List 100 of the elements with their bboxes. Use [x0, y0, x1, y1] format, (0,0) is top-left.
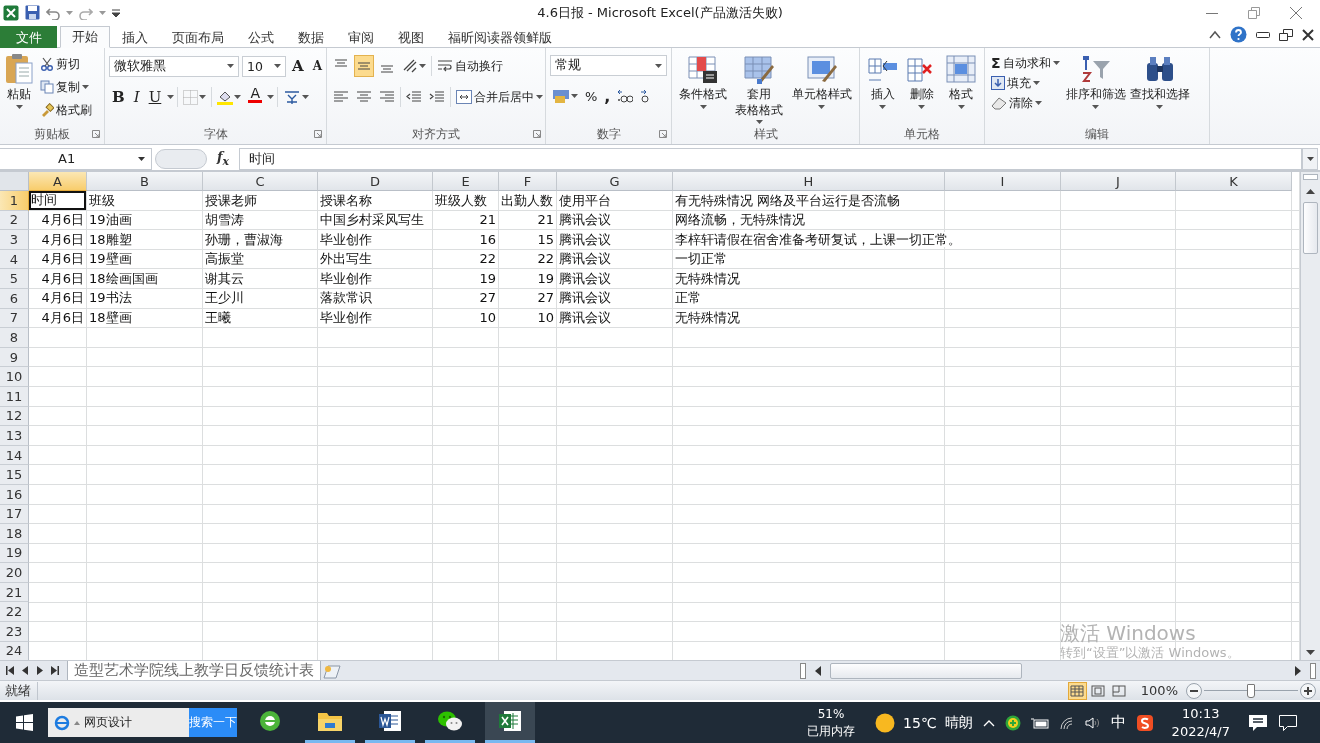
tool-button[interactable]: 剪切 [38, 53, 94, 75]
memory-indicator[interactable]: 51% 已用内存 [807, 706, 856, 739]
column-header[interactable]: A [29, 172, 87, 191]
row-number[interactable]: 13 [0, 426, 29, 446]
message-icon[interactable] [1248, 713, 1268, 732]
speaker-icon[interactable] [1084, 715, 1101, 730]
column-header[interactable]: B [87, 172, 203, 191]
ribbon-tab[interactable]: 视图 [386, 26, 436, 48]
font-color-button[interactable]: A [246, 86, 265, 108]
zoom-out-button[interactable] [1186, 682, 1202, 699]
column-header[interactable]: G [557, 172, 673, 191]
column-header[interactable]: E [433, 172, 499, 191]
scroll-thumb[interactable] [1303, 202, 1318, 254]
row-number[interactable]: 5 [0, 269, 29, 289]
column-header[interactable]: D [318, 172, 433, 191]
undo-icon[interactable] [46, 5, 60, 20]
ribbon-button[interactable]: 查找和选择 [1129, 53, 1190, 124]
column-header[interactable]: F [499, 172, 557, 191]
formula-field[interactable]: 时间 [239, 147, 1302, 170]
ribbon-button[interactable]: 排序和筛选 [1065, 53, 1126, 124]
taskbar-app[interactable] [485, 702, 535, 743]
ribbon-tab[interactable]: 插入 [110, 26, 160, 48]
ribbon-button[interactable]: 条件格式 [679, 53, 728, 124]
ribbon-button[interactable]: 单元格样式 [791, 53, 852, 124]
restore-icon[interactable] [1279, 28, 1293, 41]
input-method-indicator[interactable]: 中 [1110, 713, 1126, 732]
customize-icon[interactable] [112, 8, 120, 17]
name-box[interactable]: A1 [0, 147, 152, 170]
sheet-tab[interactable]: 造型艺术学院线上教学日反馈统计表 [67, 660, 321, 681]
row-number[interactable]: 10 [0, 367, 29, 387]
split-handle[interactable] [1303, 174, 1318, 180]
ribbon-button[interactable]: 格式 [945, 53, 978, 124]
clock[interactable]: 10:13 2022/4/7 [1171, 704, 1230, 741]
tool-button[interactable]: 复制 [38, 76, 94, 98]
shrink-font-button[interactable]: A [309, 55, 325, 77]
dialog-launcher-icon[interactable] [314, 130, 322, 138]
expand-button[interactable] [1302, 147, 1318, 170]
italic-button[interactable]: I [130, 86, 143, 108]
row-number[interactable]: 3 [0, 230, 29, 250]
row-number[interactable]: 15 [0, 465, 29, 485]
column-header[interactable]: K [1176, 172, 1292, 191]
slider-thumb[interactable] [1247, 683, 1255, 698]
next-sheet-icon[interactable] [36, 666, 44, 675]
percent-button[interactable]: % [583, 85, 600, 107]
notification-icon[interactable] [1278, 713, 1298, 732]
split-handle[interactable] [800, 662, 806, 679]
minimize-icon[interactable] [1256, 30, 1270, 39]
view-button[interactable] [1067, 681, 1087, 700]
zoom-slider[interactable] [1204, 683, 1298, 698]
tool-button[interactable]: 清除 [989, 93, 1062, 113]
help-icon[interactable] [1230, 26, 1247, 43]
ribbon-tab[interactable]: 审阅 [336, 26, 386, 48]
last-sheet-icon[interactable] [51, 666, 59, 675]
wifi-icon[interactable] [1058, 715, 1075, 730]
dialog-launcher-icon[interactable] [92, 130, 100, 138]
first-sheet-icon[interactable] [6, 666, 14, 675]
ribbon-tab[interactable]: 公式 [236, 26, 286, 48]
split-handle[interactable] [1310, 662, 1316, 679]
ribbon-button[interactable]: 插入 [866, 53, 899, 124]
paste-button[interactable]: 粘贴 [4, 53, 34, 124]
battery-icon[interactable] [1030, 716, 1049, 729]
row-number[interactable]: 1 [0, 191, 29, 211]
file-tab[interactable]: 文件 [0, 26, 57, 48]
grow-font-button[interactable]: A [289, 55, 307, 77]
ribbon-tab[interactable]: 福昕阅读器领鲜版 [436, 26, 564, 48]
merge-center-button[interactable]: 合并后居中 [454, 86, 545, 108]
column-header[interactable]: I [945, 172, 1061, 191]
ribbon-button[interactable]: 套用 表格格式 [735, 53, 784, 124]
ribbon-button[interactable]: 删除 [906, 53, 938, 124]
bold-button[interactable]: B [109, 86, 128, 108]
save-icon[interactable] [25, 5, 40, 20]
tool-button[interactable]: 填充 [989, 73, 1062, 93]
formula-handle[interactable] [155, 148, 207, 169]
scroll-thumb[interactable] [830, 662, 1022, 679]
ribbon-tab[interactable]: 开始 [60, 26, 110, 48]
selected-cell[interactable]: 时间 [29, 191, 86, 210]
insert-function-button[interactable]: f$_{x}$ [217, 149, 230, 168]
ribbon-tab[interactable]: 页面布局 [160, 26, 236, 48]
column-header[interactable]: C [203, 172, 318, 191]
tool-button[interactable]: 格式刷 [38, 99, 94, 121]
font-field[interactable]: 微软雅黑 [109, 55, 239, 77]
row-number[interactable]: 18 [0, 524, 29, 544]
zoom-in-button[interactable] [1300, 682, 1316, 699]
close-icon[interactable] [1302, 28, 1314, 41]
dialog-launcher-icon[interactable] [659, 130, 667, 138]
plus-circle-icon[interactable] [1004, 714, 1021, 731]
row-number[interactable]: 8 [0, 328, 29, 348]
collapse-ribbon-icon[interactable] [1209, 29, 1221, 40]
input-method-icon[interactable] [1135, 713, 1154, 732]
row-number[interactable]: 23 [0, 622, 29, 642]
column-header[interactable]: H [673, 172, 945, 191]
font-size-field[interactable]: 10 [242, 55, 286, 77]
tool-button[interactable]: Σ 自动求和 [989, 53, 1062, 73]
row-number[interactable]: 22 [0, 602, 29, 623]
underline-button[interactable]: U [145, 86, 165, 108]
wrap-text-button[interactable]: 自动换行 [435, 55, 505, 77]
comma-button[interactable]: , [602, 85, 613, 107]
column-header[interactable]: J [1061, 172, 1176, 191]
number-format-field[interactable]: 常规 [550, 55, 667, 76]
ribbon-tab[interactable]: 数据 [286, 26, 336, 48]
